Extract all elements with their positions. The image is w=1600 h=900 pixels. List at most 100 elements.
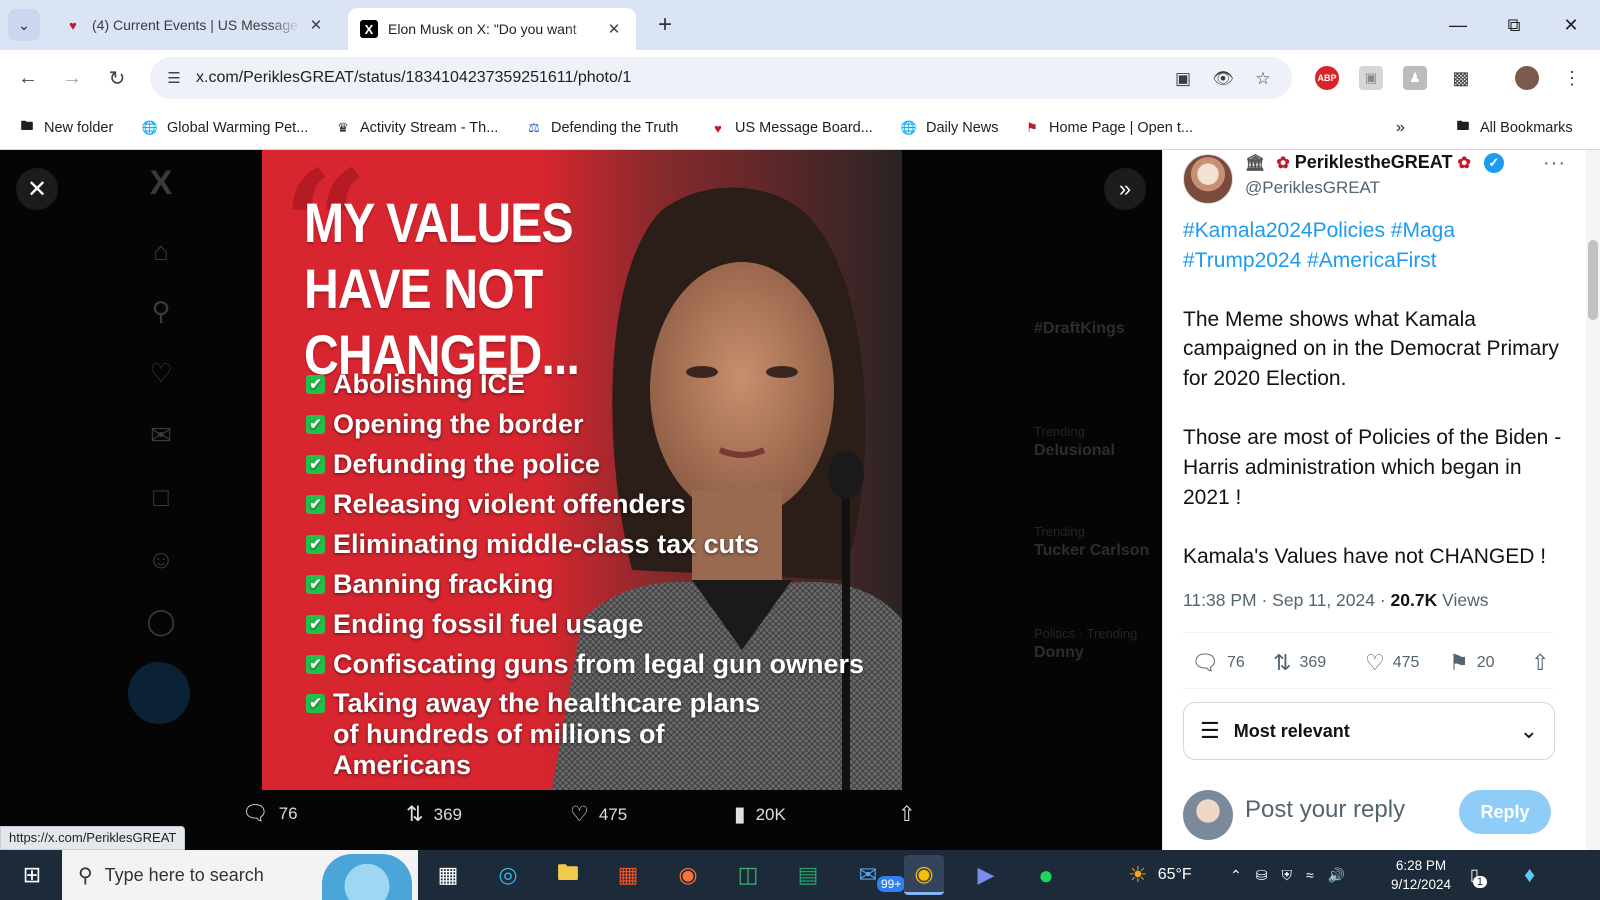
folder-icon: 🖿 bbox=[20, 118, 34, 133]
author-handle[interactable]: @PeriklesGREAT bbox=[1245, 178, 1380, 198]
sort-replies-dropdown[interactable]: ☰ Most relevant ⌄ bbox=[1183, 702, 1555, 760]
bookmark-global-warming[interactable]: 🌐 Global Warming Pet... bbox=[141, 116, 308, 140]
reply-input[interactable]: Post your reply bbox=[1245, 796, 1405, 824]
eye-slash-icon[interactable]: 👁 bbox=[1212, 68, 1234, 90]
like-stat[interactable]: ♡ 475 bbox=[1365, 650, 1419, 676]
author-avatar[interactable] bbox=[1183, 154, 1233, 204]
firefox-icon[interactable]: ◉ bbox=[668, 855, 708, 895]
x-logo-icon: X bbox=[360, 20, 378, 38]
tab-us-message-board[interactable]: ♥ (4) Current Events | US Message ✕ bbox=[52, 8, 338, 42]
arrow-right-icon: → bbox=[62, 66, 82, 89]
checkmark-icon: ✔ bbox=[306, 535, 325, 554]
extension-icon[interactable]: ♟ bbox=[1403, 66, 1427, 90]
close-icon[interactable]: ✕ bbox=[604, 19, 624, 39]
copilot-tray-icon[interactable]: ♦ bbox=[1524, 850, 1535, 900]
clock-date: 9/12/2024 bbox=[1390, 877, 1452, 892]
repost-stat[interactable]: ⇅ 369 bbox=[1273, 650, 1326, 676]
weather-widget[interactable]: ☀ 65°F bbox=[1128, 850, 1192, 900]
reply-action[interactable]: 🗨 76 bbox=[242, 802, 298, 826]
checkmark-icon: ✔ bbox=[306, 495, 325, 514]
share-action[interactable]: ⇧ bbox=[898, 802, 926, 827]
checkmark-icon: ✔ bbox=[306, 694, 325, 713]
back-button[interactable]: ← bbox=[12, 62, 44, 94]
more-options-icon[interactable]: ··· bbox=[1543, 152, 1566, 175]
repost-action[interactable]: ⇅ 369 bbox=[406, 802, 462, 827]
chevron-up-icon[interactable]: ⌃ bbox=[1230, 867, 1242, 884]
chrome-icon[interactable]: ◉ bbox=[904, 855, 944, 895]
hashtags[interactable]: #Kamala2024Policies #Maga #Trump2024 #Am… bbox=[1183, 216, 1573, 276]
menu-dots-icon[interactable]: ⋮ bbox=[1560, 66, 1584, 90]
file-explorer-icon[interactable]: 🖿 bbox=[548, 855, 588, 895]
share-button[interactable]: ⇧ bbox=[1531, 650, 1557, 676]
minimize-button[interactable]: — bbox=[1438, 8, 1478, 42]
clock-time: 6:28 PM bbox=[1395, 858, 1447, 873]
extension-icon[interactable]: ▣ bbox=[1359, 66, 1383, 90]
meme-image[interactable]: “ MY VALUES HAVE NOT CHANGED... ✔ Abolish… bbox=[262, 150, 902, 790]
defender-icon[interactable]: ⛨ bbox=[1281, 867, 1292, 884]
search-placeholder: Type here to search bbox=[104, 864, 264, 885]
wifi-icon[interactable]: ≈ bbox=[1306, 867, 1314, 883]
bookmark-new-folder[interactable]: 🖿 New folder bbox=[18, 116, 113, 140]
microsoft-store-icon[interactable]: ▦ bbox=[608, 855, 648, 895]
window-close-button[interactable]: ✕ bbox=[1551, 8, 1591, 42]
checkmark-icon: ✔ bbox=[306, 415, 325, 434]
windows-taskbar: ⊞ ⚲ Type here to search ▦ ◎ 🖿 ▦ ◉ ◫ ▤ ✉ … bbox=[0, 850, 1600, 900]
globe-icon: 🌐 bbox=[141, 120, 159, 135]
all-bookmarks-button[interactable]: 🖿 All Bookmarks bbox=[1454, 116, 1572, 140]
expand-panel-button[interactable]: » bbox=[1104, 168, 1146, 210]
volume-icon[interactable]: 🔊 bbox=[1328, 867, 1345, 884]
bookmark-stat[interactable]: ⚑ 20 bbox=[1449, 650, 1495, 676]
reply-button[interactable]: Reply bbox=[1459, 790, 1551, 834]
status-bar-url: https://x.com/PeriklesGREAT bbox=[0, 826, 186, 850]
tab-elon-musk-x[interactable]: X Elon Musk on X: "Do you want ✕ bbox=[348, 8, 636, 50]
windows-start-button[interactable]: ⊞ bbox=[10, 850, 54, 900]
puzzle-icon[interactable]: ▩ bbox=[1449, 66, 1473, 90]
reply-stat[interactable]: 🗨 76 bbox=[1191, 650, 1245, 676]
notification-center-button[interactable]: ▯ 1 bbox=[1470, 850, 1487, 900]
adblock-plus-icon[interactable]: ABP bbox=[1315, 66, 1339, 90]
heart-icon: ♡ bbox=[570, 803, 589, 826]
profile-avatar[interactable] bbox=[1515, 66, 1539, 90]
mail-icon: ✉ bbox=[150, 419, 172, 450]
bookmark-activity-stream[interactable]: ♛ Activity Stream - Th... bbox=[334, 116, 498, 140]
bookmarks-overflow-button[interactable]: » bbox=[1396, 116, 1405, 140]
reload-button[interactable]: ↻ bbox=[101, 62, 133, 94]
forward-button[interactable]: → bbox=[56, 62, 88, 94]
site-settings-icon[interactable]: ☰ bbox=[154, 69, 194, 87]
bookmark-daily-news[interactable]: 🌐 Daily News bbox=[900, 116, 999, 140]
taskbar-clock[interactable]: 6:28 PM 9/12/2024 bbox=[1386, 856, 1456, 894]
author-name[interactable]: 🏛 ✿ PeriklestheGREAT ✿ ✓ bbox=[1245, 152, 1504, 173]
close-icon[interactable]: ✕ bbox=[306, 15, 326, 35]
spotify-icon[interactable]: ● bbox=[1026, 855, 1066, 895]
bookmark-us-message-board[interactable]: ♥ US Message Board... bbox=[709, 116, 873, 140]
usb-icon[interactable]: ⛁ bbox=[1256, 867, 1268, 884]
windows-logo-icon: ⊞ bbox=[22, 862, 42, 887]
scrollbar-thumb[interactable] bbox=[1588, 240, 1598, 320]
task-view-icon[interactable]: ▦ bbox=[428, 855, 468, 895]
like-action[interactable]: ♡ 475 bbox=[570, 802, 627, 827]
notepad-app-icon[interactable]: ▤ bbox=[788, 855, 828, 895]
tab-search-button[interactable]: ⌄ bbox=[8, 9, 40, 41]
post-button-background bbox=[128, 662, 190, 724]
address-bar[interactable]: ☰ x.com/PeriklesGREAT/status/18341042373… bbox=[150, 57, 1292, 99]
sort-label: Most relevant bbox=[1233, 720, 1350, 741]
install-app-icon[interactable]: ▣ bbox=[1172, 68, 1194, 90]
background-trend: Politics · Trending Donny bbox=[1034, 626, 1138, 661]
copilot-icon[interactable]: ▶ bbox=[966, 855, 1006, 895]
close-viewer-button[interactable]: ✕ bbox=[16, 168, 58, 210]
taskbar-search[interactable]: ⚲ Type here to search bbox=[62, 850, 418, 900]
reply-avatar bbox=[1183, 790, 1233, 840]
star-icon[interactable]: ☆ bbox=[1252, 68, 1274, 90]
timestamp-text[interactable]: 11:38 PM · Sep 11, 2024 · bbox=[1183, 590, 1391, 610]
money-app-icon[interactable]: ◫ bbox=[728, 855, 768, 895]
views-action[interactable]: ▮ 20K bbox=[734, 802, 786, 827]
restore-button[interactable]: ⧉ bbox=[1494, 8, 1534, 42]
profile-icon: ☺ bbox=[147, 543, 175, 574]
edge-icon[interactable]: ◎ bbox=[488, 855, 528, 895]
scrollbar[interactable] bbox=[1586, 150, 1600, 850]
system-tray: ⌃ ⛁ ⛨ ≈ 🔊 bbox=[1230, 850, 1345, 900]
new-tab-button[interactable]: + bbox=[650, 10, 680, 40]
bookmark-home-page[interactable]: ⚑ Home Page | Open t... bbox=[1023, 116, 1193, 140]
url-text[interactable]: x.com/PeriklesGREAT/status/1834104237359… bbox=[196, 69, 631, 87]
bookmark-defending-truth[interactable]: ⚖ Defending the Truth bbox=[525, 116, 678, 140]
